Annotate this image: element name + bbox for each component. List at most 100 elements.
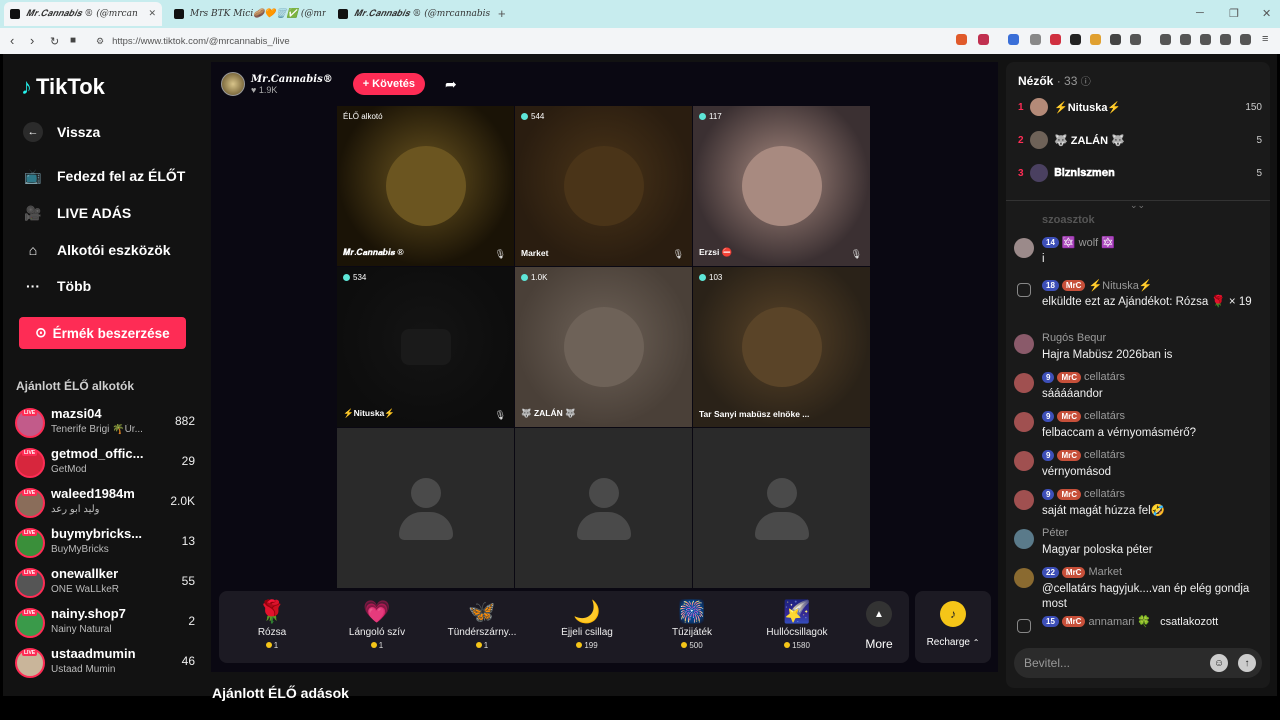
recommended-creator[interactable]: LIVE buymybricks... BuyMyBricks 13 <box>15 526 195 562</box>
extension-gear-icon[interactable] <box>1110 34 1121 45</box>
menu-icon[interactable]: ≡ <box>1262 33 1268 45</box>
tiktok-logo[interactable]: ♪ TikTok <box>21 74 105 100</box>
gift-item[interactable]: 🌙 Éjjeli csillag 199 <box>542 599 632 650</box>
recommended-creator[interactable]: LIVE ustaadmumin Ustaad Mumin 46 <box>15 646 195 682</box>
guest-tile[interactable]: 117 Erzsi ⛔ 🎙 <box>693 106 870 266</box>
gift-name: Rózsa <box>257 627 287 638</box>
recharge-button[interactable]: ♪ Recharge ⌃ <box>915 591 991 663</box>
back-button[interactable]: ← Vissza <box>23 122 100 142</box>
live-badge: LIVE <box>22 450 38 456</box>
sidebar: ♪ TikTok ← Vissza 📺 Fedezd fel az ÉLŐT 🎥… <box>3 54 209 696</box>
username[interactable]: Market <box>1088 566 1122 578</box>
get-coins-button[interactable]: ⊙ Érmék beszerzése <box>19 317 186 349</box>
extension-box-icon[interactable] <box>1130 34 1141 45</box>
bookmark-icon[interactable]: ■ <box>70 35 76 46</box>
browser-tab-1[interactable]: 𝑴𝒓.𝑪𝒂𝒏𝒏𝒂𝒃𝒊𝒔 ® (@mrcan ✕ <box>4 2 162 26</box>
more-gifts-button[interactable]: ▲ More <box>857 601 901 651</box>
gift-item[interactable]: 🌹 Rózsa 1 <box>227 599 317 650</box>
close-tab-icon[interactable]: ✕ <box>148 9 156 19</box>
username[interactable]: cellatárs <box>1084 449 1125 461</box>
username[interactable]: annamari 🍀 <box>1088 615 1151 628</box>
top-viewer-row[interactable]: 1 ⚡Nituska⚡ 150 <box>1018 95 1262 119</box>
sidebar-item-live-studio[interactable]: 🎥 LIVE ADÁS <box>23 203 131 223</box>
recommended-creator[interactable]: LIVE onewallker ONE WaLLkeR 55 <box>15 566 195 602</box>
forward-nav-icon[interactable]: › <box>30 33 34 48</box>
media-icon[interactable] <box>1160 34 1171 45</box>
viewers-title: Nézők <box>1018 74 1054 88</box>
site-info-icon[interactable]: ⚙ <box>96 36 104 47</box>
guest-tile[interactable]: 1.0K 🐺 ZALÁN 🐺 <box>515 267 692 427</box>
share-icon[interactable]: ➦ <box>445 76 457 93</box>
recommended-creator[interactable]: LIVE waleed1984m وليد ابو رعد 2.0K <box>15 486 195 522</box>
gift-item[interactable]: 💗 Lángoló szív 1 <box>332 599 422 650</box>
url-field[interactable]: ⚙ https://www.tiktok.com/@mrcannabis_/li… <box>90 31 870 51</box>
info-icon[interactable]: ⓘ <box>1081 77 1091 88</box>
empty-guest-slot[interactable] <box>693 428 870 588</box>
extensions-icon[interactable] <box>1200 34 1211 45</box>
gift-item[interactable]: 🎆 Tűzijáték 500 <box>647 599 737 650</box>
chevron-down-icon[interactable]: ⌄⌄ <box>1130 200 1145 211</box>
person-placeholder-body <box>755 512 809 540</box>
shield-icon[interactable] <box>1240 34 1251 45</box>
minimize-icon[interactable]: ─ <box>1196 7 1204 19</box>
recommended-creator[interactable]: LIVE getmod_offic... GetMod 29 <box>15 446 195 482</box>
viewer-count: 55 <box>181 574 195 588</box>
extension-triangle-icon[interactable] <box>978 34 989 45</box>
guest-tile[interactable]: 103 Tar Sanyi mabüsz elnöke ... <box>693 267 870 427</box>
extension-dark-icon[interactable] <box>1070 34 1081 45</box>
empty-guest-slot[interactable] <box>515 428 692 588</box>
avatar <box>1030 131 1048 149</box>
host-avatar[interactable] <box>221 72 245 96</box>
guest-avatar <box>563 146 644 226</box>
viewer-count: 2 <box>188 614 195 628</box>
close-window-icon[interactable]: ✕ <box>1262 7 1271 20</box>
profile-icon[interactable] <box>1220 34 1231 45</box>
empty-guest-slot[interactable] <box>337 428 514 588</box>
extension-his-icon[interactable] <box>1050 34 1061 45</box>
url-text: https://www.tiktok.com/@mrcannabis_/live <box>112 35 290 47</box>
chat-input[interactable] <box>1024 648 1204 678</box>
username[interactable]: cellatárs <box>1084 371 1125 383</box>
browser-tab-3[interactable]: 𝑴𝒓.𝑪𝒂𝒏𝒏𝒂𝒃𝒊𝒔 ® (@mrcannabis_) ✕ <box>332 2 490 26</box>
guest-name: Market <box>521 248 549 258</box>
username[interactable]: cellatárs <box>1084 488 1125 500</box>
viewer-name: 𝐁𝐢𝐳𝐧𝐢𝐬𝐳𝐦𝐞𝐧 <box>1054 166 1115 179</box>
guest-tile[interactable]: 544 Market 🎙 <box>515 106 692 266</box>
username[interactable]: ⚡Nituska⚡ <box>1088 279 1152 292</box>
guest-badge: ÉLŐ alkotó <box>343 112 383 121</box>
gift-item[interactable]: 🦋 Tündérszárny... 1 <box>437 599 527 650</box>
top-viewer-row[interactable]: 3 𝐁𝐢𝐳𝐧𝐢𝐬𝐳𝐦𝐞𝐧 5 <box>1018 161 1262 185</box>
extension-color-icon[interactable] <box>1090 34 1101 45</box>
recommended-creator[interactable]: LIVE mazsi04 Tenerife Brigi 🌴Úr... 882 <box>15 406 195 442</box>
maximize-icon[interactable]: ❐ <box>1229 7 1239 20</box>
back-nav-icon[interactable]: ‹ <box>10 33 14 48</box>
emoji-icon[interactable]: ☺ <box>1210 654 1228 672</box>
username[interactable]: 🔯 wolf 🔯 <box>1062 236 1115 249</box>
browser-tab-2[interactable]: Mrs BTK Mici🥔🧡🗑️✅ (@mrsbtk) £ <box>168 2 326 26</box>
username[interactable]: cellatárs <box>1084 410 1125 422</box>
new-tab-icon[interactable]: + <box>498 6 506 21</box>
username[interactable]: Péter <box>1042 527 1068 539</box>
username[interactable]: Rugós Bequr <box>1042 332 1106 344</box>
gift-item[interactable]: 🌠 Hullócsillagok 1580 <box>752 599 842 650</box>
top-viewer-row[interactable]: 2 🐺 ZALÁN 🐺 5 <box>1018 128 1262 152</box>
message-text: Hajra Mabüsz 2026ban is <box>1042 349 1173 361</box>
gift-name: Hullócsillagok <box>766 627 828 638</box>
guest-avatar <box>741 146 822 226</box>
sidebar-item-more[interactable]: ··· Több <box>23 276 91 296</box>
person-placeholder-body <box>577 512 631 540</box>
recommended-creator[interactable]: LIVE nainy.shop7 Nainy Natural 2 <box>15 606 195 642</box>
guest-tile[interactable]: 534 ⚡Nituska⚡ 🎙 <box>337 267 514 427</box>
extension-shield-icon[interactable] <box>956 34 967 45</box>
sidebar-item-creator-tools[interactable]: ⌂ Alkotói eszközök <box>23 240 171 260</box>
follow-button[interactable]: + Követés <box>352 73 425 95</box>
sidebar-item-explore-live[interactable]: 📺 Fedezd fel az ÉLŐT <box>23 166 185 186</box>
send-arrow-icon[interactable]: ↑ <box>1238 654 1256 672</box>
host-name[interactable]: 𝑴𝒓.𝑪𝒂𝒏𝒏𝒂𝒃𝒊𝒔® <box>251 74 333 85</box>
sidebar-toggle-icon[interactable] <box>1180 34 1191 45</box>
guest-tile[interactable]: ÉLŐ alkotó 𝑴𝒓.𝑪𝒂𝒏𝒏𝒂𝒃𝒊𝒔 ® 🎙 <box>337 106 514 266</box>
firework-icon: 🎆 <box>678 599 706 624</box>
extension-x-icon[interactable] <box>1030 34 1041 45</box>
translate-icon[interactable] <box>1008 34 1019 45</box>
reload-icon[interactable]: ↻ <box>50 35 59 48</box>
